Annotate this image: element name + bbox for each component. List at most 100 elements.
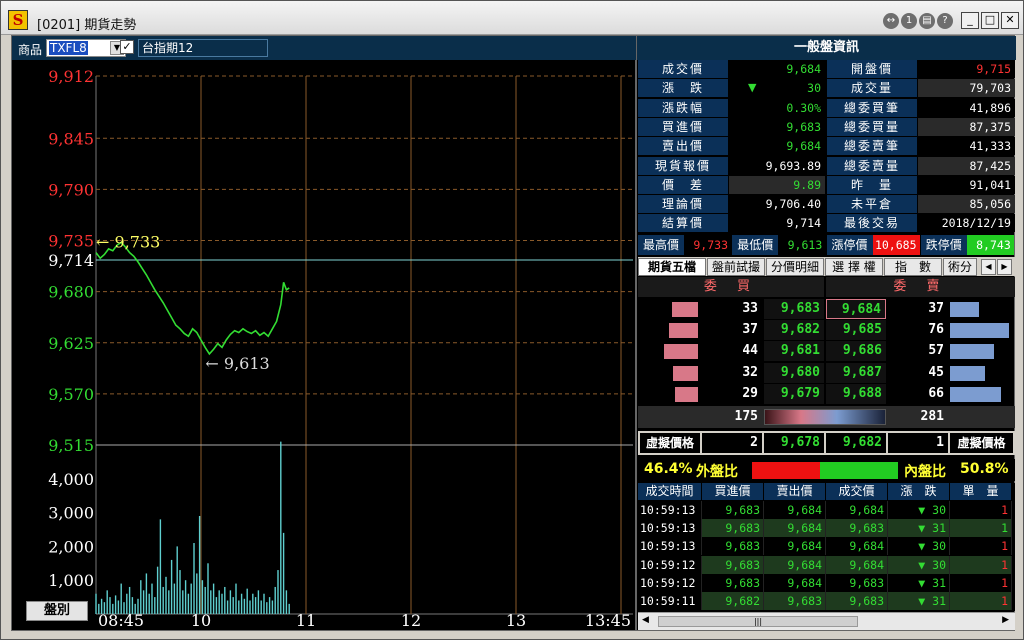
maximize-button[interactable]: □ [981, 12, 999, 29]
ratio-track [752, 462, 898, 479]
tick-cell: 1 [950, 592, 1012, 610]
tab-5[interactable]: 術分 [943, 258, 977, 276]
limit-label: 跌停價 [920, 235, 967, 255]
tick-cell: 9,682 [702, 592, 764, 610]
scroll-thumb[interactable]: ||| [658, 616, 858, 627]
minimize-button[interactable]: _ [961, 12, 979, 29]
info-value-right: 2018/12/19 [918, 214, 1015, 233]
tick-cell: ▼ 31 [888, 519, 950, 538]
tick-cell: 10:59:13 [638, 519, 702, 538]
virtual-price-row: 虛擬價格 2 9,678 9,682 1 虛擬價格 [638, 431, 1015, 455]
low-annotation: ← 9,613 [205, 354, 269, 373]
info-row: 現貨報價 9,693.89 總委賣量 87,425 [638, 156, 1015, 176]
help-icon[interactable]: ? [937, 13, 953, 29]
app-logo-icon: S [8, 10, 28, 30]
horizontal-scrollbar[interactable]: ◀ ||| ▶ [638, 612, 1015, 630]
tick-header-1[interactable]: 買進價 [702, 483, 763, 500]
tick-cell: 1 [950, 573, 1012, 592]
link-icon[interactable]: ↔ [883, 13, 899, 29]
info-label-right: 總委買量 [827, 117, 917, 136]
title-bar[interactable]: S [0201] 期貨走勢 ↔ 1 ▤ ? _ □ ✕ [1, 1, 1023, 35]
tick-cell: 10:59:12 [638, 573, 702, 592]
tick-cell: ▼ 30 [888, 555, 950, 574]
ask-depth-bar [950, 323, 1009, 339]
ask-qty: 76 [928, 322, 944, 338]
price-tick-label: 9,570 [48, 385, 94, 404]
info-label-left: 理論價 [638, 195, 728, 214]
tick-cell: 9,683 [826, 519, 888, 538]
limit-bar: 最高價 9,733 最低價 9,613 漲停價 10,685 跌停價 8,743 [638, 235, 1015, 255]
virtual-label-right: 虛擬價格 [950, 433, 1013, 453]
info-label-right: 成交量 [827, 79, 917, 98]
tick-header-2[interactable]: 賣出價 [764, 483, 825, 500]
orderbook-row[interactable]: 33 9,683 9,684 37 [638, 299, 1015, 320]
info-value-left: 9,714 [729, 214, 825, 233]
bid-depth-bar [669, 323, 698, 339]
price-tick-label: 9,912 [48, 67, 94, 86]
tick-cell: 9,683 [826, 573, 888, 592]
ask-qty: 57 [928, 343, 944, 359]
scroll-left-icon[interactable]: ◀ [642, 615, 649, 625]
ask-price: 9,688 [826, 383, 886, 404]
limit-value: 8,743 [966, 235, 1014, 255]
orderbook-header: 委 買 委 賣 [638, 277, 1015, 297]
tick-header-4[interactable]: 漲 跌 [888, 483, 949, 500]
info-label-right: 總委賣量 [827, 156, 917, 175]
tab-1[interactable]: 盤前試撮 [707, 258, 765, 276]
tab-scroll-right-icon[interactable]: ▶ [997, 259, 1012, 275]
bid-price: 9,682 [764, 320, 824, 341]
time-tick-label: 13 [506, 611, 526, 630]
tick-cell: 9,683 [702, 519, 764, 538]
virtual-ask-price: 9,682 [826, 433, 886, 453]
orderbook-row[interactable]: 44 9,681 9,686 57 [638, 341, 1015, 362]
product-code-text: TXFL8 [49, 41, 88, 55]
tab-2[interactable]: 分價明細 [766, 258, 824, 276]
info-label-right: 總委買筆 [827, 98, 917, 117]
tick-cell: 1 [950, 537, 1012, 556]
bid-price: 9,683 [764, 299, 824, 319]
outside-label: 外盤比 [696, 464, 738, 480]
tick-cell: ▼ 30 [888, 537, 950, 556]
tick-header-3[interactable]: 成交價 [826, 483, 887, 500]
info-label-right: 未平倉 [827, 195, 917, 214]
price-volume-chart[interactable]: 9,912 9,845 9,790 9,735 9,680 9,625 9,570 9,515… [12, 60, 635, 633]
volume-tick-label: 1,000 [48, 571, 94, 590]
info-label-right: 總委賣筆 [827, 137, 917, 156]
tick-cell: 1 [950, 519, 1012, 538]
product-name: 台指期12 [138, 39, 268, 57]
orderbook-row[interactable]: 29 9,679 9,688 66 [638, 383, 1015, 405]
volume-tick-label: 4,000 [48, 470, 94, 489]
one-icon[interactable]: 1 [901, 13, 917, 29]
tick-cell: 9,684 [764, 519, 826, 538]
info-value-left: 9,684 [729, 137, 825, 156]
tab-0[interactable]: 期貨五檔 [638, 258, 706, 276]
tab-3[interactable]: 選 擇 權 [825, 258, 883, 276]
orderbook-row[interactable]: 37 9,682 9,685 76 [638, 320, 1015, 341]
scroll-right-icon[interactable]: ▶ [1002, 615, 1009, 625]
tick-header-5[interactable]: 單 量 [950, 483, 1011, 500]
tab-scroll-left-icon[interactable]: ◀ [981, 259, 996, 275]
price-tick-label: 9,515 [48, 436, 94, 455]
tick-cell: ▼ 31 [888, 573, 950, 592]
info-value-left: 9,684 [729, 60, 825, 78]
print-icon[interactable]: ▤ [919, 13, 935, 29]
info-label-left: 賣出價 [638, 137, 728, 156]
orderbook-row[interactable]: 32 9,680 9,687 45 [638, 362, 1015, 384]
info-value-right: 85,056 [918, 195, 1015, 214]
ask-price: 9,686 [826, 341, 886, 362]
info-row: 理論價 9,706.40 未平倉 85,056 [638, 195, 1015, 214]
close-button[interactable]: ✕ [1001, 12, 1019, 29]
tick-header-0[interactable]: 成交時間 [638, 483, 701, 500]
tab-4[interactable]: 指 數 [884, 258, 942, 276]
product-label: 商品 [18, 43, 43, 57]
tick-cell: 9,684 [764, 501, 826, 519]
bid-price: 9,680 [764, 362, 824, 383]
virtual-ask-qty: 1 [888, 433, 948, 453]
tick-table[interactable]: 成交時間 買進價 賣出價 成交價漲 跌單 量 10:59:13 9,683 9,684 9,6… [638, 483, 1015, 611]
info-value-right: 41,333 [918, 137, 1015, 156]
product-code-input[interactable]: TXFL8 ▼ [46, 39, 126, 57]
product-checkbox[interactable]: ✓ [120, 40, 134, 54]
info-value-left: 0.30% [729, 98, 825, 117]
session-button[interactable]: 盤別 [26, 601, 88, 621]
outside-ratio-fill [752, 462, 820, 479]
